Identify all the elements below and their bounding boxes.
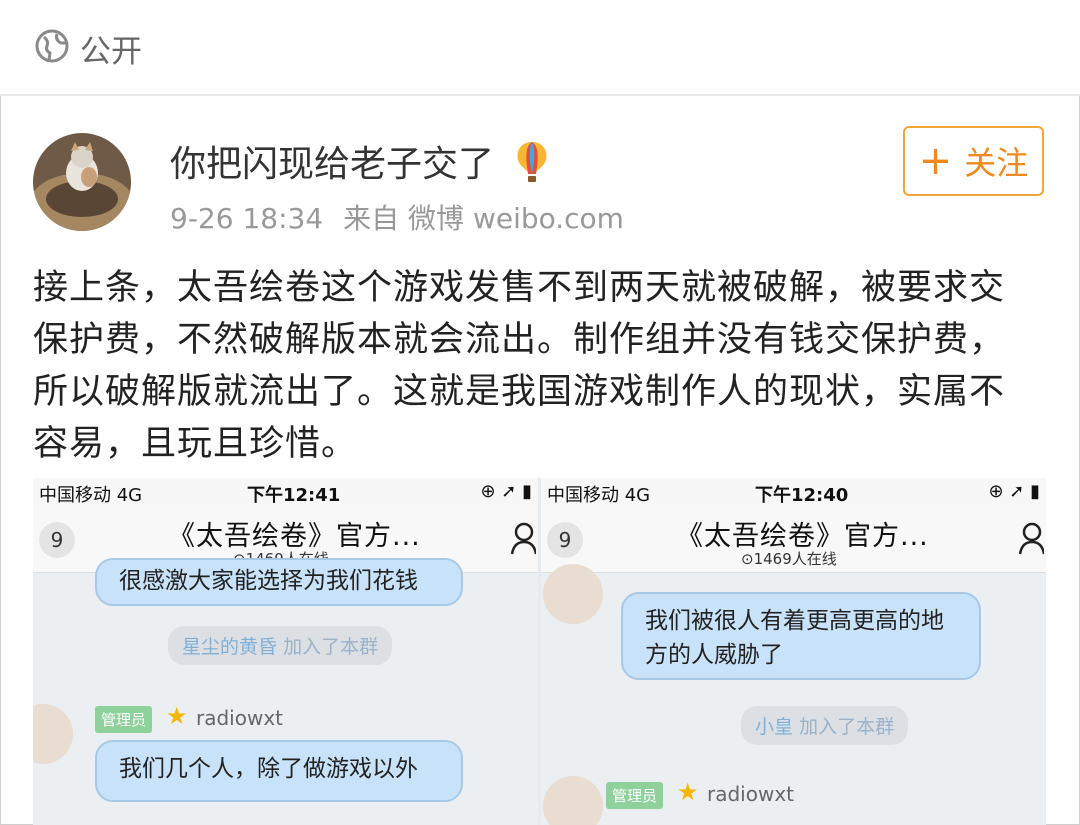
message-bubble: 我们几个人，除了做游戏以外 xyxy=(95,740,463,802)
post-source: 来自 微博 weibo.com xyxy=(343,202,624,235)
unread-badge: 9 xyxy=(547,522,583,558)
phone-screenshot-left: 中国移动 4G 下午12:41 ⊕ ➚ ▮ 9 《太吾绘卷》官方... ⊙146… xyxy=(33,478,538,825)
message-bubble: 很感激大家能选择为我们花钱 xyxy=(95,558,463,606)
chat-header: 9 《太吾绘卷》官方... ⊙1469人在线 xyxy=(541,506,1046,573)
post-meta: 9-26 18:34 来自 微博 weibo.com xyxy=(170,197,624,237)
system-message: 小皇 加入了本群 xyxy=(741,706,909,745)
sender-avatar xyxy=(33,704,73,764)
admin-tag: 管理员 xyxy=(606,782,664,809)
message-bubble: 我们被很人有着更高更高的地方的人威胁了 xyxy=(621,592,981,680)
top-bar: 公开 xyxy=(0,0,1080,96)
status-bar: 中国移动 4G 下午12:41 ⊕ ➚ ▮ xyxy=(33,478,538,506)
hot-air-balloon-icon xyxy=(517,142,547,182)
status-icons: ⊕ ➚ ▮ xyxy=(480,481,532,502)
person-icon xyxy=(510,522,536,555)
sender-name: radiowxt xyxy=(707,782,795,806)
post-image[interactable]: 中国移动 4G 下午12:41 ⊕ ➚ ▮ 9 《太吾绘卷》官方... ⊙146… xyxy=(33,478,1046,825)
phone-screenshot-right: 中国移动 4G 下午12:40 ⊕ ➚ ▮ 9 《太吾绘卷》官方... ⊙146… xyxy=(541,478,1046,825)
visibility-label: 公开 xyxy=(80,34,142,70)
avatar[interactable] xyxy=(33,133,131,231)
admin-tag: 管理员 xyxy=(95,706,153,733)
globe-icon xyxy=(35,29,69,63)
follow-button[interactable]: + 关注 xyxy=(903,126,1044,196)
person-icon xyxy=(1018,522,1044,555)
follow-label: 关注 xyxy=(964,144,1029,182)
star-icon: ★ xyxy=(677,778,699,806)
join-text: 加入了本群 xyxy=(799,716,895,738)
unread-badge: 9 xyxy=(39,522,75,558)
carrier: 中国移动 4G xyxy=(547,485,651,506)
join-name: 小皇 xyxy=(755,716,794,738)
sender-avatar xyxy=(543,564,603,624)
join-text: 加入了本群 xyxy=(283,636,379,658)
plus-icon: + xyxy=(918,138,953,184)
status-icons: ⊕ ➚ ▮ xyxy=(988,481,1040,502)
sender-name: radiowxt xyxy=(196,706,284,730)
post-time: 9-26 18:34 xyxy=(170,202,324,235)
username[interactable]: 你把闪现给老子交了 xyxy=(170,135,494,187)
clock: 下午12:40 xyxy=(755,485,849,506)
carrier: 中国移动 4G xyxy=(39,485,143,506)
star-icon: ★ xyxy=(166,702,188,730)
online-count: ⊙1469人在线 xyxy=(741,550,837,568)
post-text: 接上条，太吾绘卷这个游戏发售不到两天就被破解，被要求交保护费，不然破解版本就会流… xyxy=(33,268,1006,464)
system-message: 星尘的黄昏 加入了本群 xyxy=(168,626,393,665)
join-name: 星尘的黄昏 xyxy=(182,636,278,658)
clock: 下午12:41 xyxy=(247,485,341,506)
sender-avatar xyxy=(543,776,603,825)
avatar-image xyxy=(33,133,131,231)
status-bar: 中国移动 4G 下午12:40 ⊕ ➚ ▮ xyxy=(541,478,1046,506)
